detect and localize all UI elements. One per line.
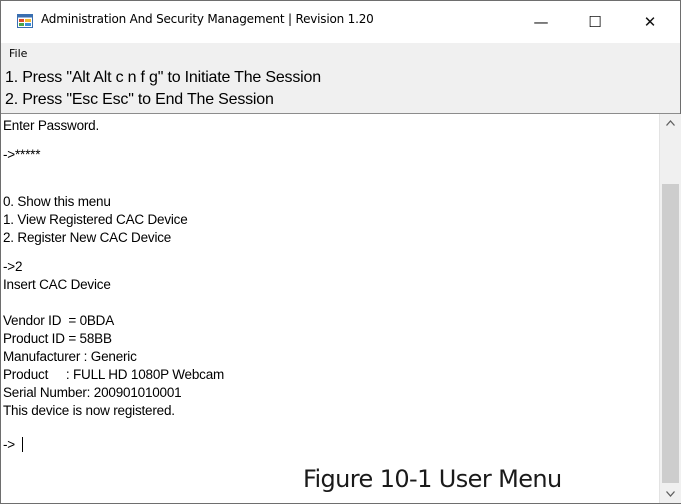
console-line: Manufacturer : Generic bbox=[3, 349, 137, 364]
scroll-up-button[interactable] bbox=[660, 114, 681, 132]
window-title: Administration And Security Management |… bbox=[41, 12, 374, 26]
text-cursor bbox=[22, 437, 23, 452]
console-line: Enter Password. bbox=[3, 118, 100, 133]
scroll-thumb[interactable] bbox=[662, 184, 679, 483]
scroll-down-button[interactable] bbox=[660, 485, 681, 503]
app-window: Administration And Security Management |… bbox=[0, 0, 681, 504]
console-prompt[interactable]: -> bbox=[3, 437, 15, 452]
console-line: ->2 bbox=[3, 259, 23, 274]
instruction-initiate: 1. Press "Alt Alt c n f g" to Initiate T… bbox=[5, 69, 321, 86]
vertical-scrollbar[interactable] bbox=[659, 114, 681, 503]
console-line: 0. Show this menu bbox=[3, 194, 111, 209]
maximize-button[interactable]: ☐ bbox=[572, 1, 618, 43]
figure-caption: Figure 10-1 User Menu bbox=[303, 465, 562, 493]
console-line: This device is now registered. bbox=[3, 403, 175, 418]
console-line: Insert CAC Device bbox=[3, 277, 111, 292]
instructions-panel: 1. Press "Alt Alt c n f g" to Initiate T… bbox=[1, 64, 680, 114]
title-bar[interactable]: Administration And Security Management |… bbox=[1, 1, 680, 43]
console-line: Vendor ID = 0BDA bbox=[3, 313, 115, 328]
minimize-button[interactable]: — bbox=[518, 1, 564, 43]
chevron-down-icon bbox=[666, 491, 675, 497]
console-line: Product ID = 58BB bbox=[3, 331, 112, 346]
app-window-icon bbox=[17, 14, 33, 28]
close-button[interactable]: ✕ bbox=[627, 1, 673, 43]
instruction-end: 2. Press "Esc Esc" to End The Session bbox=[5, 91, 274, 108]
menu-bar: File bbox=[1, 43, 680, 64]
console-line: Product : FULL HD 1080P Webcam bbox=[3, 367, 225, 382]
console-output[interactable]: Enter Password. ->***** 0. Show this men… bbox=[1, 114, 659, 503]
chevron-up-icon bbox=[666, 120, 675, 126]
console-line: 1. View Registered CAC Device bbox=[3, 212, 188, 227]
menu-file[interactable]: File bbox=[9, 47, 27, 60]
console-line: 2. Register New CAC Device bbox=[3, 230, 172, 245]
console-line: ->***** bbox=[3, 147, 41, 162]
console-line: Serial Number: 200901010001 bbox=[3, 385, 182, 400]
